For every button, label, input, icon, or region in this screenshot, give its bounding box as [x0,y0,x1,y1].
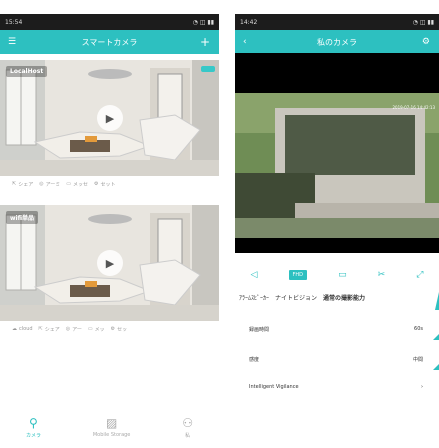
video-timestamp: 2019-07-16 14:42:13 [392,105,435,110]
page-title: スマートカメラ [81,37,138,47]
status-time: 15:54 [5,18,23,26]
camera-actions: ⇱ シェア ◎ アーミ ▭ メッセ ⚙ セット [0,178,219,190]
quality-button[interactable]: FHD [288,270,308,280]
cloud-action[interactable]: ☁ cloud [12,326,33,332]
shield-icon: ◎ [65,326,71,332]
feature-row: ｱﾗｰﾑｽﾋﾟｰｶｰ ナイトビジョン 通常の撮影能力 [235,288,435,306]
play-button[interactable]: ▶ [97,250,123,276]
status-bar: 14:42 ◔ ◫ ▮▮ [235,14,439,30]
camera-card[interactable]: wifi単品 ▶ [0,205,219,321]
setting-row[interactable]: Intelligent Vigilance › [235,376,435,398]
arm-action[interactable]: ◎ アーミ [39,181,60,188]
app-bar: ☰ スマートカメラ + [0,30,219,54]
video-controls: ◁ FHD ▭ ✂ ⤢ [235,266,439,284]
nav-camera[interactable]: ⚲ カメラ [26,416,41,439]
share-action[interactable]: ⇱ シェア [39,326,60,333]
back-icon[interactable]: ‹ [243,37,247,47]
scroll-indicator [435,292,439,310]
screenshot-icon[interactable]: ▭ [338,270,347,280]
status-bar: 15:54 ◔ ◫ ▮▮ [0,14,219,30]
share-icon: ⇱ [12,181,17,187]
video-frame [235,53,439,253]
fullscreen-icon[interactable]: ⤢ [416,270,423,280]
camera-name: LocalHost [6,66,48,77]
shield-icon: ◎ [39,181,44,187]
gallery-icon: ▨ [105,416,118,430]
app-bar: ‹ 私のカメラ ⚙ [235,30,439,54]
settings-action[interactable]: ⚙ セット [94,181,116,188]
person-icon: ⚇ [182,416,194,430]
speaker-icon[interactable]: ◁ [251,270,258,280]
setting-label: 感度 [249,356,260,363]
settings-action[interactable]: ⚙ セッ [111,326,128,333]
arm-action[interactable]: ◎ アー [66,326,82,333]
nav-mobile-storage[interactable]: ▨ Mobile Storage [93,416,131,438]
setting-label: Intelligent Vigilance [249,384,299,390]
add-camera-button[interactable]: + [200,35,210,49]
status-icons: ◔ ◫ ▮▮ [412,18,434,26]
online-badge [201,66,215,72]
night-vision-toggle[interactable]: ナイトビジョン [275,293,317,302]
setting-row[interactable]: 録画時間 60s [235,318,435,340]
gear-icon: ⚙ [110,326,116,332]
camera-list-screen: 15:54 ◔ ◫ ▮▮ ☰ スマートカメラ + LocalHost ▶ ⇱ シェ… [0,0,219,448]
share-icon: ⇱ [38,326,43,332]
status-time: 14:42 [240,18,258,26]
camera-card[interactable]: LocalHost ▶ [0,60,219,176]
menu-icon[interactable]: ☰ [8,37,16,47]
chevron-right-icon: › [421,384,423,390]
capture-mode-toggle[interactable]: 通常の撮影能力 [323,293,365,302]
camera-icon: ⚲ [29,416,38,430]
gear-icon[interactable]: ⚙ [422,37,430,47]
gear-icon: ⚙ [94,181,99,187]
alarm-speaker-toggle[interactable]: ｱﾗｰﾑｽﾋﾟｰｶｰ [239,293,269,302]
message-action[interactable]: ▭ メッ [88,326,105,333]
page-title: 私のカメラ [317,37,357,47]
play-button[interactable]: ▶ [97,105,123,131]
nav-me[interactable]: ⚇ 私 [182,416,193,439]
setting-label: 録画時間 [249,326,270,333]
message-action[interactable]: ▭ メッセ [66,181,88,188]
status-icons: ◔ ◫ ▮▮ [192,18,214,26]
setting-row[interactable]: 感度 中間 [235,348,435,370]
cloud-icon: ☁ [12,326,17,332]
live-video[interactable]: 2019-07-16 14:42:13 [235,53,439,253]
camera-name: wifi単品 [6,211,39,224]
message-icon: ▭ [87,326,93,332]
camera-actions: ☁ cloud ⇱ シェア ◎ アー ▭ メッ ⚙ セッ [0,323,219,335]
setting-value: 中間 [412,356,423,363]
snip-icon[interactable]: ✂ [378,270,386,280]
bottom-nav: ⚲ カメラ ▨ Mobile Storage ⚇ 私 [0,416,219,448]
share-action[interactable]: ⇱ シェア [12,181,33,188]
setting-value: 60s [414,326,423,332]
message-icon: ▭ [66,181,72,187]
camera-detail-screen: 14:42 ◔ ◫ ▮▮ ‹ 私のカメラ ⚙ 2019-07-16 14:42:… [235,0,439,448]
